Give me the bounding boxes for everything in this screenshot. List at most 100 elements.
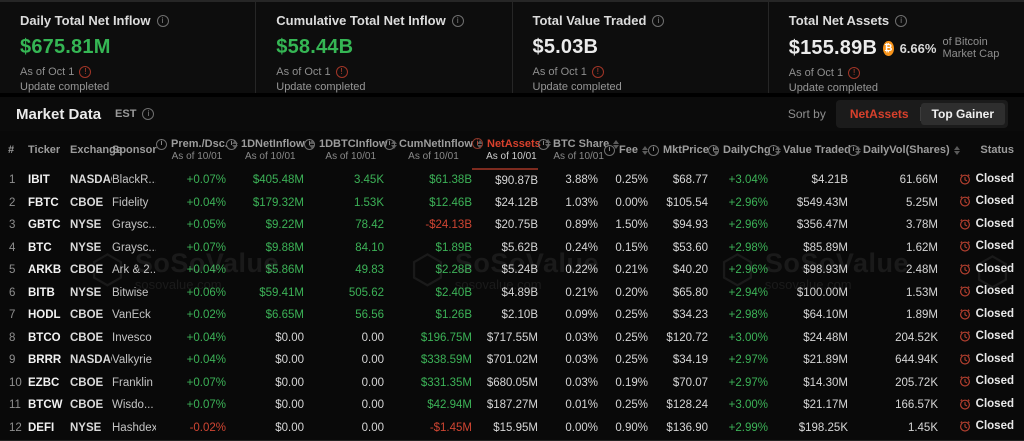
cell-sponsor: Wisdo... — [112, 394, 156, 417]
cell-price: $94.93 — [648, 214, 708, 237]
info-icon[interactable]: i — [226, 139, 237, 150]
cell-price: $120.72 — [648, 327, 708, 350]
cell-vol: 5.25M — [848, 192, 938, 215]
cell-ticker[interactable]: GBTC — [28, 214, 70, 237]
info-icon[interactable]: i — [472, 138, 483, 149]
cell-status: Closed — [938, 417, 1024, 440]
column-header-net1d[interactable]: i1DNetInflowAs of 10/01 — [226, 131, 304, 169]
cell-price: $128.24 — [648, 394, 708, 417]
cell-fee: 0.25% — [598, 349, 648, 372]
cell-ticker[interactable]: BITB — [28, 282, 70, 305]
info-icon[interactable]: i — [304, 139, 315, 150]
info-icon[interactable]: i — [452, 15, 464, 27]
cell-btc1d: 3.45K — [304, 169, 384, 192]
alert-icon[interactable]: ! — [336, 66, 348, 78]
column-header-btc1d[interactable]: i1DBTCInflowAs of 10/01 — [304, 131, 384, 169]
cell-ticker[interactable]: ARKB — [28, 259, 70, 282]
info-icon[interactable]: i — [156, 139, 167, 150]
cell-ticker[interactable]: HODL — [28, 304, 70, 327]
table-row[interactable]: 9BRRRNASDAQValkyrie+0.04%$0.000.00$338.5… — [0, 349, 1024, 372]
cell-sponsor: Bitwise — [112, 282, 156, 305]
column-sublabel: As of 10/01 — [325, 151, 376, 162]
column-header-assets[interactable]: iNetAssetsAs of 10/01 — [472, 131, 538, 169]
cell-ticker[interactable]: EZBC — [28, 372, 70, 395]
alert-icon[interactable]: ! — [79, 66, 91, 78]
status-label: Closed — [976, 195, 1014, 207]
summary-cards: Daily Total Net Inflow i $675.81M As of … — [0, 0, 1024, 97]
info-icon[interactable]: i — [708, 145, 719, 156]
cell-ticker[interactable]: BRRR — [28, 349, 70, 372]
info-icon[interactable]: i — [157, 15, 169, 27]
alert-icon[interactable]: ! — [848, 67, 860, 79]
column-sublabel: As of 10/01 — [553, 151, 604, 162]
table-row[interactable]: 1IBITNASDAQBlackR...+0.07%$405.48M3.45K$… — [0, 169, 1024, 192]
table-header: #TickerExchangeSponsoriPrem./Dsc.As of 1… — [0, 131, 1024, 169]
cell-share: 0.03% — [538, 327, 598, 350]
info-icon[interactable]: i — [895, 15, 907, 27]
cell-ticker[interactable]: BTCO — [28, 327, 70, 350]
info-icon[interactable]: i — [848, 145, 859, 156]
cell-num: 12 — [0, 417, 28, 440]
column-header-chg[interactable]: i DailyChg — [708, 131, 768, 169]
cell-prem: +0.06% — [156, 282, 226, 305]
column-label: Value Traded — [783, 144, 851, 156]
cell-assets: $680.05M — [472, 372, 538, 395]
cell-fee: 0.19% — [598, 372, 648, 395]
info-icon[interactable]: i — [604, 145, 615, 156]
cell-num: 2 — [0, 192, 28, 215]
column-header-price[interactable]: iMktPrice — [648, 131, 708, 169]
table-row[interactable]: 2FBTCCBOEFidelity+0.04%$179.32M1.53K$12.… — [0, 192, 1024, 215]
sort-option-netassets[interactable]: NetAssets — [839, 103, 920, 125]
table-row[interactable]: 5ARKBCBOEArk & 2...+0.04%$5.86M49.83$2.2… — [0, 259, 1024, 282]
info-icon[interactable]: i — [142, 108, 154, 120]
table-row[interactable]: 8BTCOCBOEInvesco+0.04%$0.000.00$196.75M$… — [0, 327, 1024, 350]
cell-prem: +0.04% — [156, 349, 226, 372]
info-icon[interactable]: i — [384, 139, 395, 150]
cell-price: $136.90 — [648, 417, 708, 440]
table-row[interactable]: 6BITBNYSEBitwise+0.06%$59.41M505.62$2.40… — [0, 282, 1024, 305]
info-icon[interactable]: i — [652, 15, 664, 27]
cell-cum: $1.26B — [384, 304, 472, 327]
column-header-vol[interactable]: iDailyVol(Shares) — [848, 131, 938, 169]
info-icon[interactable]: i — [768, 145, 779, 156]
table-row[interactable]: 3GBTCNYSEGraysc...+0.05%$9.22M78.42-$24.… — [0, 214, 1024, 237]
cell-ticker[interactable]: BTC — [28, 237, 70, 260]
sort-caret-icon[interactable] — [954, 146, 960, 155]
table-row[interactable]: 11BTCWCBOEWisdo...+0.07%$0.000.00$42.94M… — [0, 394, 1024, 417]
btc-marketcap-pct: 6.66% — [900, 41, 937, 56]
alert-icon[interactable]: ! — [592, 66, 604, 78]
cell-ticker[interactable]: DEFI — [28, 417, 70, 440]
column-header-cum[interactable]: iCumNetInflowAs of 10/01 — [384, 131, 472, 169]
cell-chg: +3.04% — [708, 169, 768, 192]
column-label: Sponsor — [112, 144, 157, 156]
cell-vol: 1.53M — [848, 282, 938, 305]
cell-sponsor: Fidelity — [112, 192, 156, 215]
cell-vol: 3.78M — [848, 214, 938, 237]
info-icon[interactable]: i — [538, 139, 549, 150]
column-label: DailyChg — [723, 144, 771, 156]
table-row[interactable]: 7HODLCBOEVanEck+0.02%$6.65M56.56$1.26B$2… — [0, 304, 1024, 327]
table-row[interactable]: 4BTCNYSEGraysc...+0.07%$9.88M84.10$1.89B… — [0, 237, 1024, 260]
cell-net1d: $179.32M — [226, 192, 304, 215]
cell-chg: +2.96% — [708, 259, 768, 282]
cell-exchange: NASDAQ — [70, 349, 112, 372]
table-row[interactable]: 10EZBCCBOEFranklin+0.07%$0.000.00$331.35… — [0, 372, 1024, 395]
cell-share: 0.22% — [538, 259, 598, 282]
info-icon[interactable]: i — [648, 145, 659, 156]
sort-option-top-gainer[interactable]: Top Gainer — [921, 103, 1005, 125]
cell-prem: +0.04% — [156, 327, 226, 350]
table-row[interactable]: 12DEFINYSEHashdex-0.02%$0.000.00-$1.45M$… — [0, 417, 1024, 440]
cell-assets: $187.27M — [472, 394, 538, 417]
cell-ticker[interactable]: BTCW — [28, 394, 70, 417]
cell-assets: $90.87B — [472, 169, 538, 192]
column-header-traded[interactable]: i Value Traded — [768, 131, 848, 169]
column-header-prem[interactable]: iPrem./Dsc.As of 10/01 — [156, 131, 226, 169]
cell-ticker[interactable]: FBTC — [28, 192, 70, 215]
cell-ticker[interactable]: IBIT — [28, 169, 70, 192]
cell-assets: $717.55M — [472, 327, 538, 350]
table-header-row: #TickerExchangeSponsoriPrem./Dsc.As of 1… — [0, 131, 1024, 169]
cell-fee: 0.25% — [598, 394, 648, 417]
column-header-fee[interactable]: iFee — [598, 131, 648, 169]
column-label: Prem./Dsc. — [171, 138, 228, 150]
cell-exchange: CBOE — [70, 372, 112, 395]
